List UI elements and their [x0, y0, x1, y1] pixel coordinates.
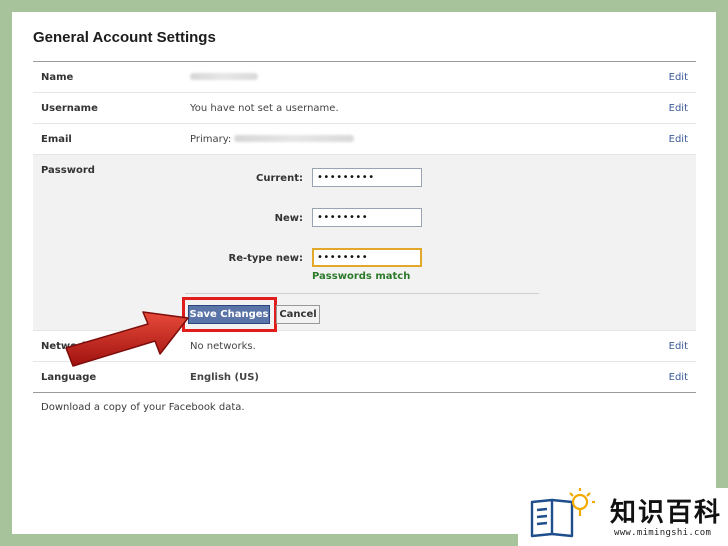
settings-table: Name Edit Username You have not set a us… [33, 61, 696, 393]
networks-value: No networks. [190, 341, 256, 352]
page-frame: General Account Settings Name Edit Usern… [12, 12, 716, 534]
book-lightbulb-icon [530, 488, 595, 538]
settings-row-networks: Networks No networks. Edit [33, 331, 696, 362]
watermark-logo: 知识百科 www.mimingshi.com [518, 488, 728, 546]
save-changes-button[interactable]: Save Changes [188, 305, 270, 324]
networks-edit-link[interactable]: Edit [669, 341, 688, 352]
name-value-redacted [190, 72, 258, 83]
email-prefix: Primary: [190, 134, 232, 145]
settings-row-email: Email Primary: Edit [33, 124, 696, 155]
name-edit-link[interactable]: Edit [669, 72, 688, 83]
username-value: You have not set a username. [190, 103, 339, 114]
email-value: Primary: [190, 134, 355, 145]
current-password-field[interactable]: ••••••••• [312, 168, 422, 187]
password-label: Password [41, 165, 95, 176]
language-edit-link[interactable]: Edit [669, 372, 688, 383]
new-password-field[interactable]: •••••••• [312, 208, 422, 227]
settings-row-name: Name Edit [33, 62, 696, 93]
email-label: Email [41, 134, 72, 145]
username-edit-link[interactable]: Edit [669, 103, 688, 114]
current-password-label: Current: [255, 173, 303, 184]
new-password-label: New: [274, 213, 303, 224]
passwords-match-status: Passwords match [312, 271, 411, 282]
watermark-text: 知识百科 [610, 498, 723, 528]
settings-row-language: Language English (US) Edit [33, 362, 696, 393]
name-label: Name [41, 72, 74, 83]
networks-label: Networks [41, 341, 95, 352]
email-edit-link[interactable]: Edit [669, 134, 688, 145]
retype-password-field[interactable]: •••••••• [312, 248, 422, 267]
username-label: Username [41, 103, 98, 114]
watermark-url: www.mimingshi.com [614, 528, 712, 538]
page-title: General Account Settings [33, 29, 216, 46]
settings-row-password: Password Current: ••••••••• New: •••••••… [33, 155, 696, 332]
download-data-text: Download a copy of your Facebook data. [41, 402, 245, 413]
retype-password-label: Re-type new: [228, 253, 304, 264]
settings-row-username: Username You have not set a username. Ed… [33, 93, 696, 124]
language-value: English (US) [190, 372, 259, 383]
language-label: Language [41, 372, 97, 383]
email-redacted [234, 134, 355, 142]
password-divider [185, 293, 539, 294]
cancel-button[interactable]: Cancel [276, 305, 320, 324]
